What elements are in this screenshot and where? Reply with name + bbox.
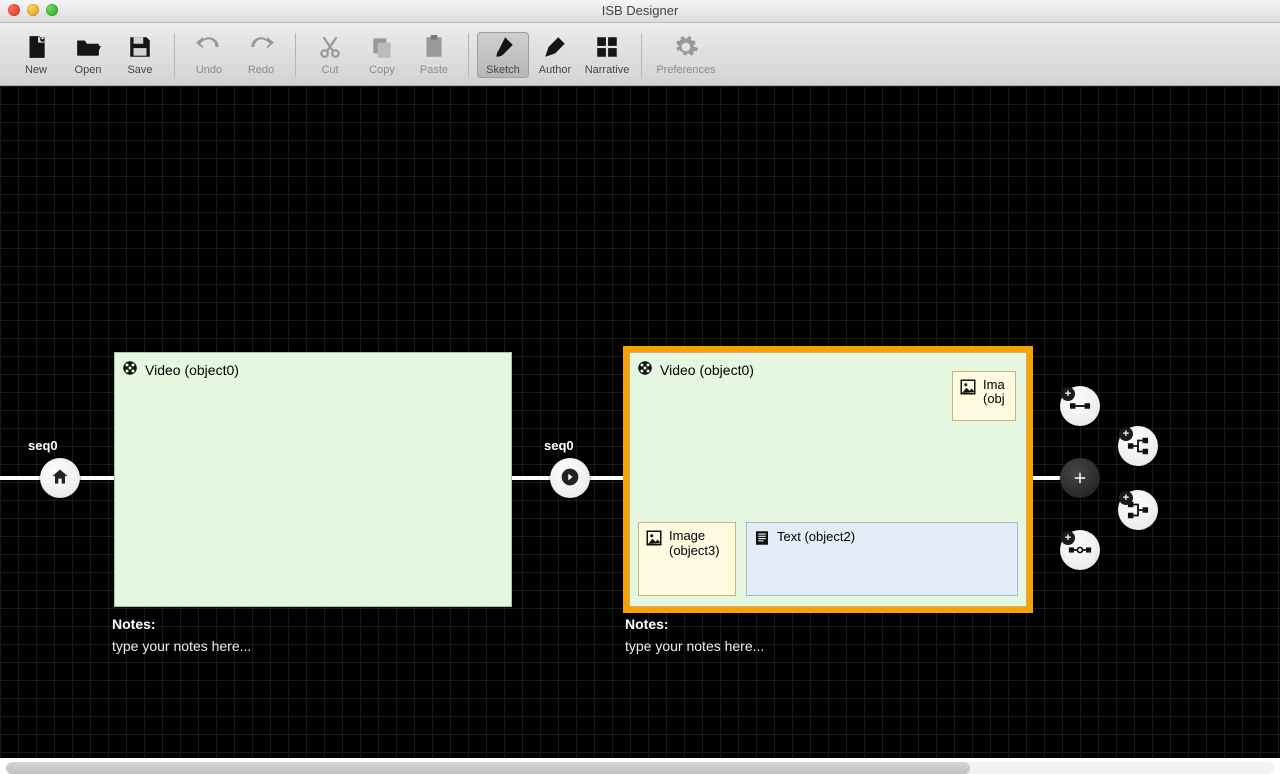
canvas[interactable]: seq0 seq0 Video (object0) Notes: type yo… [0, 86, 1280, 758]
toolbar-history-group: Undo Redo [183, 32, 287, 78]
gear-icon [673, 34, 699, 60]
paste-button[interactable]: Paste [408, 32, 460, 78]
scene-title-text: Video (object0) [145, 362, 239, 378]
toolbar-separator [641, 33, 642, 77]
minimize-window-button[interactable] [27, 4, 39, 16]
titlebar: ISB Designer [0, 0, 1280, 23]
copy-icon [369, 34, 395, 60]
narrative-mode-button[interactable]: Narrative [581, 32, 633, 78]
scene-notes: Notes: type your notes here... [112, 616, 251, 654]
scene-title: Video (object0) [636, 359, 754, 380]
pen-icon [542, 34, 568, 60]
zoom-window-button[interactable] [46, 4, 58, 16]
copy-label: Copy [369, 64, 395, 76]
toolbar-app-group: Preferences [650, 32, 722, 78]
text-element-label: Text (object2) [777, 529, 855, 544]
video-icon [121, 359, 139, 380]
folder-open-icon [75, 34, 101, 60]
toolbar: New Open Save Undo Redo [0, 23, 1280, 86]
redo-button[interactable]: Redo [235, 32, 287, 78]
scene-card-selected[interactable]: Video (object0) Ima (obj Image (object3)… [629, 352, 1027, 607]
scene-title-text: Video (object0) [660, 362, 754, 378]
preferences-button[interactable]: Preferences [650, 32, 722, 78]
image-element-label: Ima (obj [983, 378, 1011, 407]
sequence-icon [1068, 544, 1092, 556]
new-file-icon [23, 34, 49, 60]
add-node-button[interactable] [1060, 458, 1100, 498]
sketch-label: Sketch [486, 64, 520, 76]
seq-node-label: seq0 [28, 438, 58, 453]
brush-icon [490, 34, 516, 60]
image-element[interactable]: Image (object3) [638, 522, 736, 596]
new-label: New [25, 64, 47, 76]
copy-button[interactable]: Copy [356, 32, 408, 78]
home-icon [50, 467, 70, 490]
image-icon [645, 529, 663, 550]
close-window-button[interactable] [8, 4, 20, 16]
text-element[interactable]: Text (object2) [746, 522, 1018, 596]
add-branch-button[interactable]: + [1118, 426, 1158, 466]
link-scenes-icon [1069, 399, 1091, 413]
notes-input[interactable]: type your notes here... [112, 638, 251, 654]
toolbar-separator [295, 33, 296, 77]
scene-notes: Notes: type your notes here... [625, 616, 764, 654]
window-controls [8, 4, 58, 16]
text-icon [753, 529, 771, 550]
toolbar-mode-group: Sketch Author Narrative [477, 32, 633, 78]
preferences-label: Preferences [656, 64, 715, 76]
scrollbar-thumb[interactable] [6, 762, 970, 774]
plus-badge-icon: + [1061, 387, 1075, 401]
image-element-label: Image (object3) [669, 529, 731, 559]
image-element-small[interactable]: Ima (obj [952, 371, 1016, 421]
paste-label: Paste [420, 64, 448, 76]
paste-icon [421, 34, 447, 60]
new-button[interactable]: New [10, 32, 62, 78]
toolbar-file-group: New Open Save [10, 32, 166, 78]
author-label: Author [539, 64, 571, 76]
plus-badge-icon: + [1119, 491, 1133, 505]
arrow-right-circle-icon [560, 467, 580, 490]
horizontal-scrollbar[interactable] [0, 758, 1280, 774]
video-icon [636, 359, 654, 380]
notes-label: Notes: [112, 616, 251, 632]
sketch-mode-button[interactable]: Sketch [477, 32, 529, 78]
image-icon [959, 378, 977, 399]
seq-node-label: seq0 [544, 438, 574, 453]
merge-icon [1127, 501, 1149, 519]
branch-icon [1127, 437, 1149, 455]
undo-label: Undo [196, 64, 222, 76]
open-label: Open [75, 64, 102, 76]
seq-home-node[interactable] [40, 458, 80, 498]
window-title: ISB Designer [602, 3, 679, 18]
scene-card[interactable]: Video (object0) [114, 352, 512, 607]
redo-label: Redo [248, 64, 274, 76]
notes-label: Notes: [625, 616, 764, 632]
connection-line [1029, 476, 1062, 480]
author-mode-button[interactable]: Author [529, 32, 581, 78]
save-label: Save [127, 64, 152, 76]
undo-icon [196, 34, 222, 60]
scrollbar-track[interactable] [6, 762, 1274, 774]
cut-button[interactable]: Cut [304, 32, 356, 78]
narrative-label: Narrative [585, 64, 630, 76]
cut-label: Cut [321, 64, 338, 76]
notes-input[interactable]: type your notes here... [625, 638, 764, 654]
seq-next-node[interactable] [550, 458, 590, 498]
save-button[interactable]: Save [114, 32, 166, 78]
cut-icon [317, 34, 343, 60]
plus-badge-icon: + [1061, 531, 1075, 545]
grid-icon [594, 34, 620, 60]
scene-title: Video (object0) [121, 359, 239, 380]
add-merge-button[interactable]: + [1118, 490, 1158, 530]
redo-icon [248, 34, 274, 60]
open-button[interactable]: Open [62, 32, 114, 78]
toolbar-clipboard-group: Cut Copy Paste [304, 32, 460, 78]
save-icon [127, 34, 153, 60]
toolbar-separator [174, 33, 175, 77]
add-sequence-button[interactable]: + [1060, 530, 1100, 570]
plus-badge-icon: + [1119, 427, 1133, 441]
toolbar-separator [468, 33, 469, 77]
add-linked-scene-button[interactable]: + [1060, 386, 1100, 426]
undo-button[interactable]: Undo [183, 32, 235, 78]
